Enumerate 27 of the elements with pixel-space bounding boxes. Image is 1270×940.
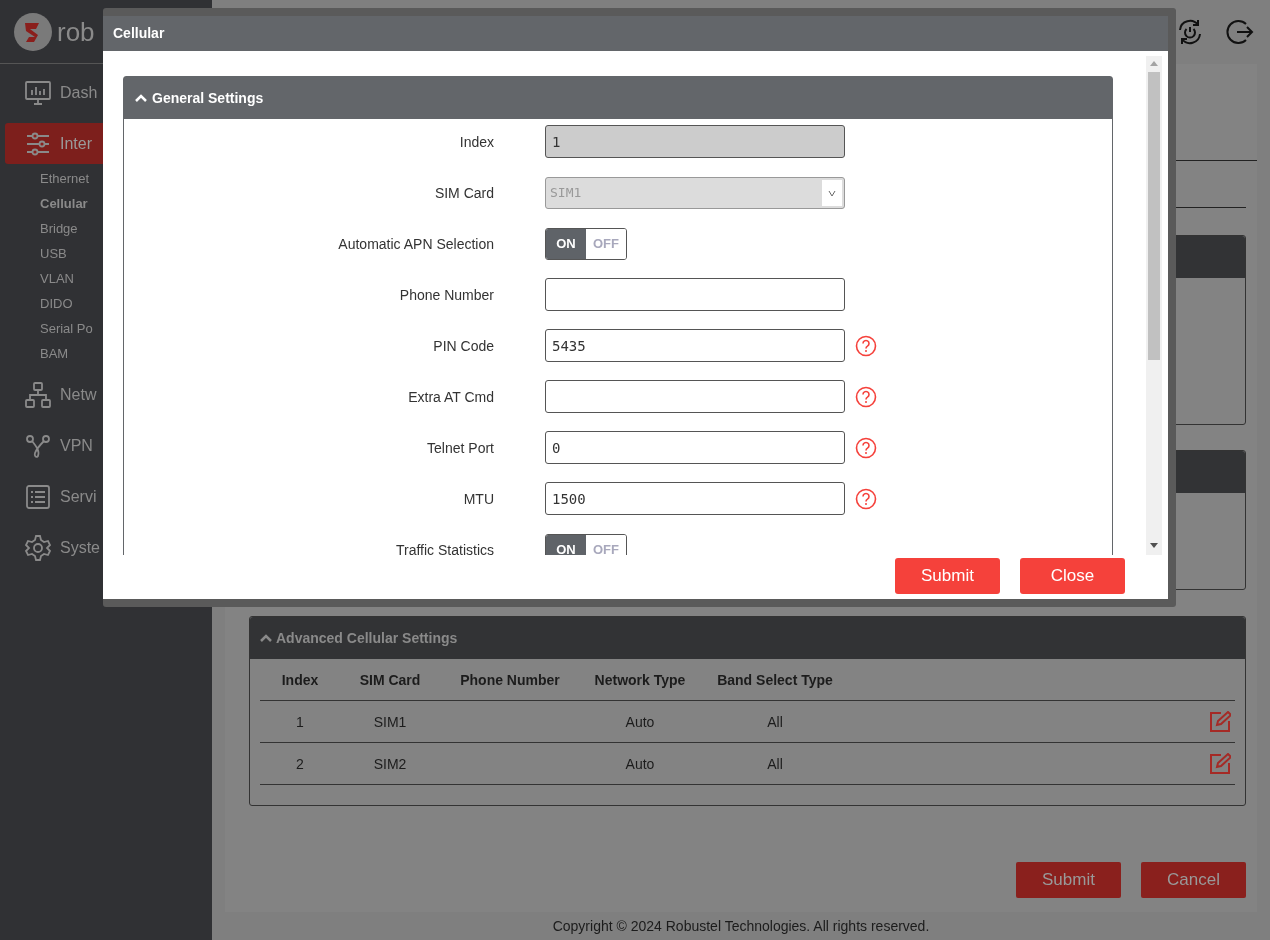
column-header: SIM Card [359, 671, 421, 688]
field-label: Extra AT Cmd [408, 388, 494, 405]
field-label: MTU [463, 490, 494, 507]
dialog-title: Cellular [113, 24, 165, 43]
column-header: Network Type [594, 671, 686, 688]
field-label: SIM Card [434, 184, 494, 201]
panel-title: General Settings [152, 88, 264, 108]
table-cell: Auto [625, 713, 655, 730]
column-header: Band Select Type [717, 671, 833, 688]
column-header: Phone Number [460, 671, 560, 688]
table-cell: All [767, 755, 783, 772]
panel-title: Advanced Cellular Settings [276, 628, 458, 648]
table-cell: All [767, 713, 783, 730]
table-cell: SIM1 [373, 713, 407, 730]
field-label: Telnet Port [427, 439, 494, 456]
logo-text: rob [57, 18, 95, 45]
table-cell: 2 [296, 755, 304, 772]
field-label: Phone Number [399, 286, 494, 303]
field-label: Automatic APN Selection [338, 235, 494, 252]
column-header: Index [281, 671, 319, 688]
field-label: Index [459, 133, 494, 150]
copyright-text: Copyright © 2024 Robustel Technologies. All rights reserved. [551, 916, 931, 936]
field-label: PIN Code [433, 337, 494, 354]
table-cell: 1 [296, 713, 304, 730]
table-cell: SIM2 [373, 755, 407, 772]
field-label: Traffic Statistics [395, 541, 494, 555]
table-cell: Auto [625, 755, 655, 772]
